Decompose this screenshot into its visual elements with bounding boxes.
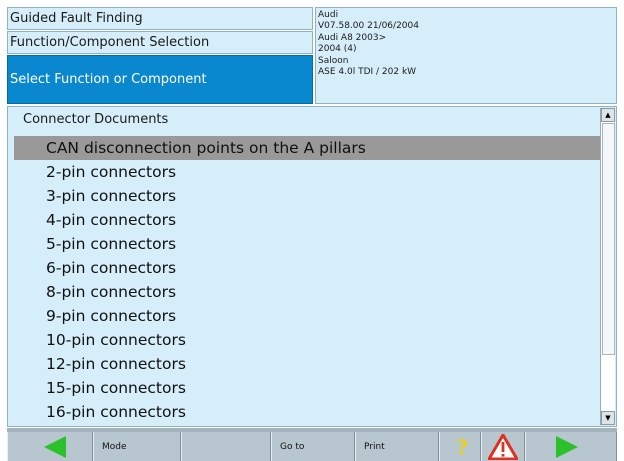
forward-arrow-icon	[556, 435, 578, 458]
back-arrow-icon	[44, 435, 66, 458]
mode-button-label: Mode	[102, 441, 127, 452]
forward-button[interactable]	[525, 432, 617, 461]
scroll-up-icon[interactable]: ▲	[601, 108, 615, 122]
list-item[interactable]: 4-pin connectors	[14, 208, 602, 232]
vehicle-make: Audi	[318, 10, 339, 20]
header-prompt: Select Function or Component	[7, 55, 313, 104]
vehicle-body: Saloon	[318, 55, 349, 66]
print-button-label: Print	[364, 441, 385, 452]
header-subtitle: Function/Component Selection	[7, 31, 313, 54]
vertical-scrollbar[interactable]: ▲ ▼	[600, 108, 615, 425]
vehicle-year: 2004 (4)	[318, 44, 357, 55]
scroll-down-icon[interactable]: ▼	[601, 411, 615, 425]
software-version: V07.58.00 21/06/2004	[318, 21, 419, 32]
vehicle-engine: ASE 4.0l TDI / 202 kW	[318, 67, 417, 78]
help-button[interactable]: ?	[439, 432, 481, 461]
print-button[interactable]: Print	[355, 432, 439, 461]
goto-button-label: Go to	[280, 441, 305, 452]
list-item[interactable]: 16-pin connectors	[14, 400, 602, 424]
list-item[interactable]: 8-pin connectors	[14, 280, 602, 304]
bottom-toolbar: Mode Go to Print ?	[7, 428, 617, 461]
component-list: CAN disconnection points on the A pillar…	[14, 136, 602, 424]
list-item[interactable]: 3-pin connectors	[14, 184, 602, 208]
header-title: Guided Fault Finding	[7, 7, 313, 30]
content-panel: Connector Documents CAN disconnection po…	[7, 106, 617, 427]
list-item[interactable]: 2-pin connectors	[14, 160, 602, 184]
help-icon: ?	[456, 434, 468, 459]
list-item[interactable]: 5-pin connectors	[14, 232, 602, 256]
mode-button[interactable]: Mode	[93, 432, 181, 461]
list-item[interactable]: 9-pin connectors	[14, 304, 602, 328]
warning-icon	[488, 433, 518, 460]
list-item[interactable]: 12-pin connectors	[14, 352, 602, 376]
list-item[interactable]: 6-pin connectors	[14, 256, 602, 280]
list-item[interactable]: 15-pin connectors	[14, 376, 602, 400]
application-window: Guided Fault Finding Function/Component …	[0, 0, 624, 461]
header-left: Guided Fault Finding Function/Component …	[7, 7, 313, 104]
section-title: Connector Documents	[23, 112, 169, 127]
vehicle-info: Audi V07.58.00 21/06/2004 Audi A8 2003> …	[315, 7, 617, 104]
goto-button[interactable]: Go to	[271, 432, 355, 461]
warning-button[interactable]	[481, 432, 525, 461]
blank-button[interactable]	[181, 432, 271, 461]
scrollbar-thumb[interactable]	[602, 123, 615, 355]
list-item[interactable]: CAN disconnection points on the A pillar…	[14, 136, 602, 160]
back-button[interactable]	[7, 432, 93, 461]
vehicle-model: Audi A8 2003>	[318, 32, 387, 43]
list-item[interactable]: 10-pin connectors	[14, 328, 602, 352]
